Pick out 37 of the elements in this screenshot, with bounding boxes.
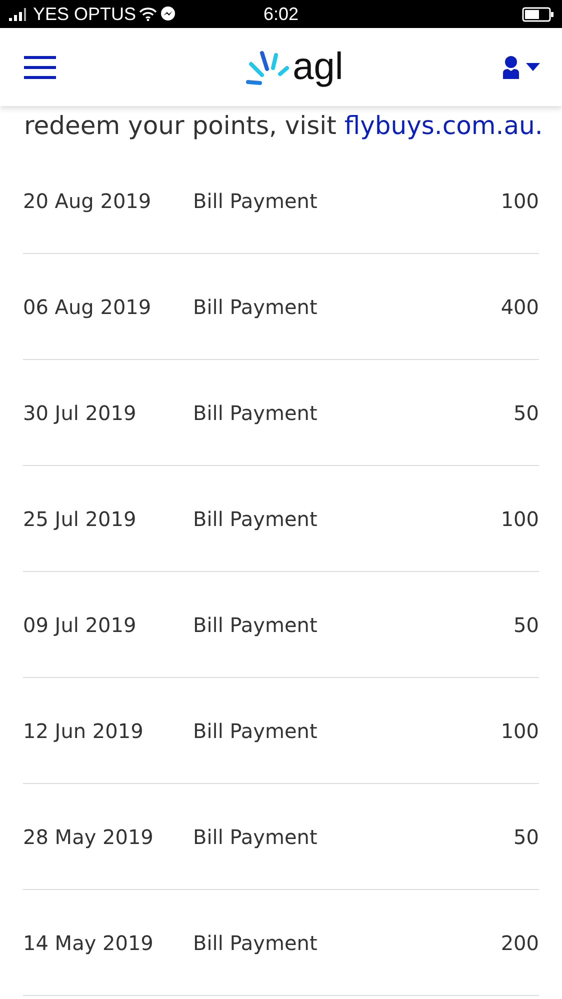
carrier-name: YES OPTUS — [33, 4, 136, 24]
points-amount: 50 — [514, 824, 539, 848]
points-amount: 50 — [514, 612, 539, 636]
intro-text: redeem your points, visit flybuys.com.au. — [23, 110, 544, 142]
transaction-date: 12 Jun 2019 — [23, 718, 144, 742]
transaction-date: 25 Jul 2019 — [23, 506, 138, 530]
points-amount: 200 — [500, 930, 539, 954]
messenger-icon — [160, 6, 176, 22]
points-amount: 100 — [500, 506, 539, 530]
transaction-date: 14 May 2019 — [23, 930, 154, 954]
caret-icon — [526, 63, 540, 71]
transaction-date: 28 May 2019 — [23, 824, 154, 848]
transaction-date: 06 Aug 2019 — [23, 294, 152, 318]
transaction-description: Bill Payment — [193, 612, 318, 636]
flybuys-link[interactable]: flybuys.com.au. — [344, 111, 543, 140]
transaction-description: Bill Payment — [193, 506, 318, 530]
menu-icon[interactable] — [24, 55, 56, 79]
transaction-description: Bill Payment — [193, 294, 318, 318]
account-menu[interactable] — [502, 55, 540, 79]
points-amount: 100 — [500, 188, 539, 212]
transaction-date: 30 Jul 2019 — [23, 400, 138, 424]
battery-icon — [522, 6, 554, 22]
sunburst-icon — [244, 50, 291, 86]
transaction-description: Bill Payment — [193, 824, 318, 848]
wifi-icon — [139, 7, 158, 21]
transaction-description: Bill Payment — [193, 718, 318, 742]
transaction-description: Bill Payment — [193, 930, 318, 954]
clock-time: 6:02 — [263, 4, 299, 24]
transaction-date: 20 Aug 2019 — [23, 188, 152, 212]
points-amount: 400 — [500, 294, 539, 318]
transaction-description: Bill Payment — [193, 400, 318, 424]
transaction-date: 09 Jul 2019 — [23, 612, 138, 636]
user-icon — [502, 55, 520, 79]
points-amount: 100 — [500, 718, 539, 742]
logo-text: agl — [292, 48, 344, 86]
points-amount: 50 — [514, 400, 539, 424]
transaction-description: Bill Payment — [193, 188, 318, 212]
